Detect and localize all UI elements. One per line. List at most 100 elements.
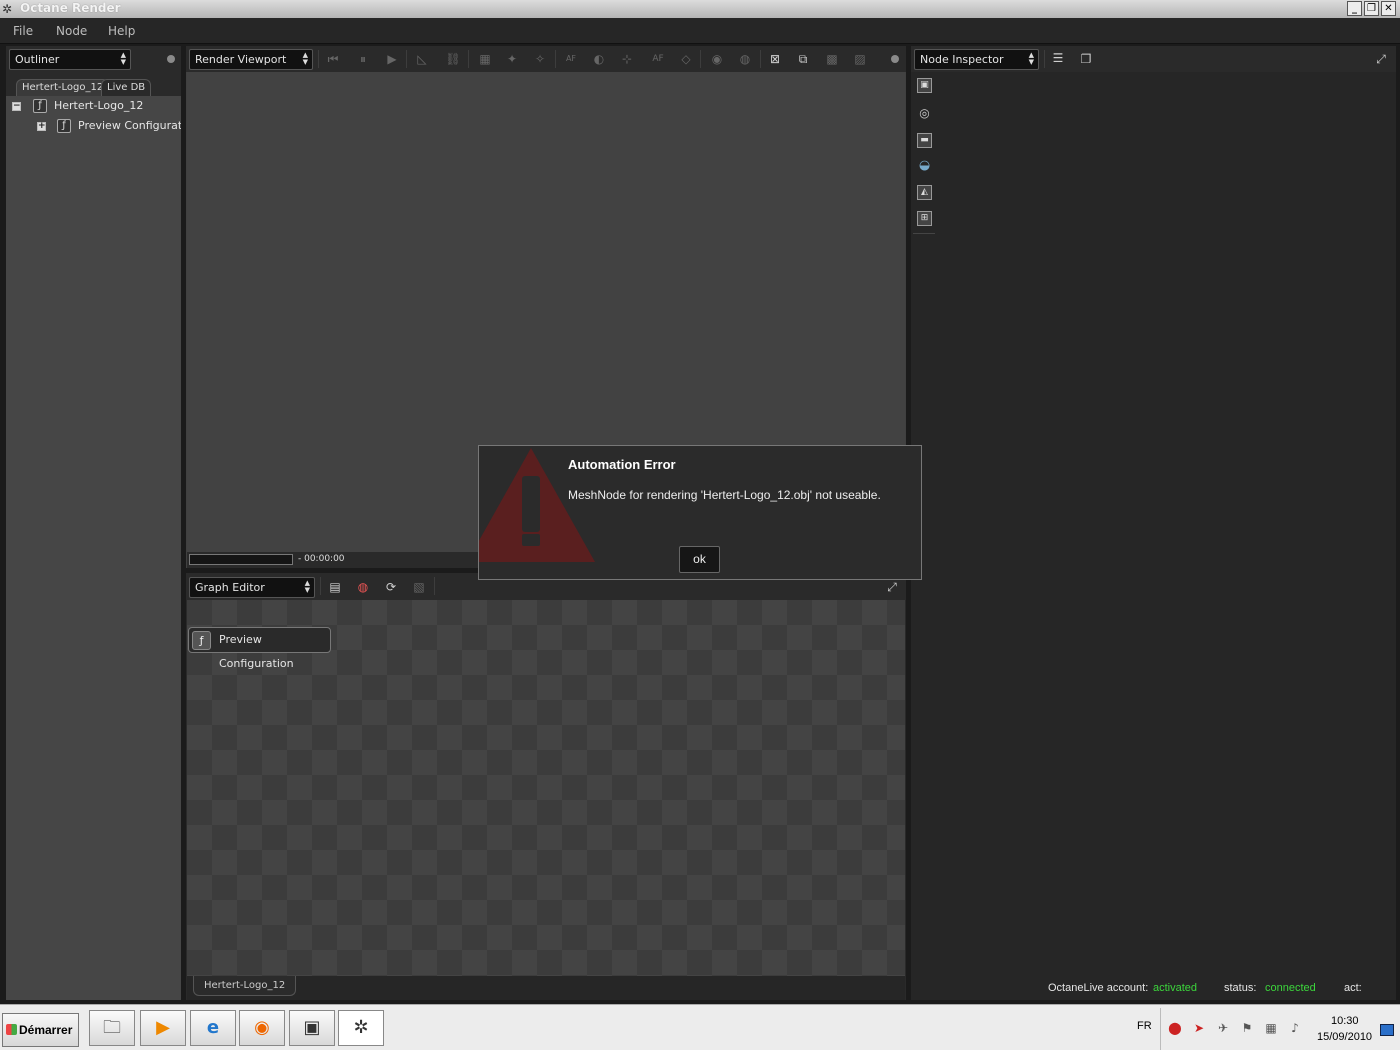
toolbar-separator	[700, 50, 701, 68]
picker-icon[interactable]: ✦	[504, 51, 520, 67]
outliner-panel	[6, 46, 181, 1000]
graph-node-preview-configuration[interactable]: ƒ Preview Configuration	[188, 627, 331, 670]
octanelive-account-value: activated	[1153, 982, 1198, 994]
render-progress-bar	[189, 554, 293, 565]
blender-icon[interactable]: ◉	[239, 1010, 285, 1046]
pause-icon[interactable]: ⏸	[355, 51, 371, 67]
graph-editor-selector[interactable]: Graph Editor ▲ ▼	[189, 577, 315, 598]
collapse-all-icon[interactable]: ☰	[1050, 50, 1066, 66]
toolbar-separator	[434, 577, 435, 595]
language-indicator[interactable]: FR	[1137, 1020, 1152, 1032]
octane-logo-icon: ✲	[2, 2, 13, 16]
render-target-icon: ƒ	[192, 631, 211, 650]
film-node-icon[interactable]: ▬	[917, 133, 932, 148]
image-node-icon[interactable]: ▣	[917, 78, 932, 93]
close-button[interactable]: ✕	[1381, 1, 1396, 16]
camera-node-icon[interactable]: ◎	[917, 107, 932, 122]
tree-item-hertert-logo[interactable]: Hertert-Logo_12	[54, 97, 143, 115]
red-arrow-icon[interactable]: ➤	[1191, 1020, 1207, 1036]
start-label: Démarrer	[19, 1023, 73, 1037]
graph-node-label: Preview Configuration	[219, 633, 294, 670]
viewport-selector-label: Render Viewport	[195, 53, 287, 66]
network-status-icon[interactable]: ▦	[1263, 1020, 1279, 1036]
dialog-message: MeshNode for rendering 'Hertert-Logo_12.…	[568, 488, 881, 502]
menu-node[interactable]: Node	[56, 24, 87, 38]
media-player-icon[interactable]: ▶	[140, 1010, 186, 1046]
render-target-icon: ƒ	[33, 99, 47, 113]
white-balance-icon[interactable]: ◐	[591, 51, 607, 67]
connection-status-value: connected	[1265, 982, 1316, 994]
expand-icon[interactable]: +	[37, 122, 46, 131]
focus-picker-icon[interactable]: ✧	[532, 51, 548, 67]
menu-bar: File Node Help	[0, 18, 1400, 44]
save-image-icon[interactable]: ⊠	[767, 51, 783, 67]
clay-mode-icon[interactable]: ▩	[824, 51, 840, 67]
maximize-inspector-icon[interactable]: ⤢	[1373, 51, 1389, 67]
show-desktop-icon[interactable]	[1380, 1024, 1394, 1036]
octanelive-account-label: OctaneLive account:	[1048, 982, 1149, 994]
tree-item-preview-configuration[interactable]: Preview Configuration	[78, 117, 181, 135]
file-explorer-icon[interactable]: 🗀	[89, 1010, 135, 1046]
film-region-icon[interactable]: ▦	[477, 51, 493, 67]
window-title: Octane Render	[20, 1, 121, 15]
maximize-graph-icon[interactable]: ⤢	[884, 579, 900, 595]
viewport-selector[interactable]: Render Viewport ▲ ▼	[189, 49, 313, 70]
post-process-node-icon[interactable]: ⊞	[917, 211, 932, 226]
toolbar-separator	[318, 50, 319, 68]
environment-node-icon[interactable]: ◒	[917, 159, 932, 174]
internet-explorer-icon[interactable]: e	[190, 1010, 236, 1046]
antivirus-icon[interactable]: ⬤	[1167, 1020, 1183, 1036]
globe-lock-icon[interactable]: ◍	[737, 51, 753, 67]
arrange-nodes-icon[interactable]: ▧	[411, 579, 427, 595]
node-inspector-selector[interactable]: Node Inspector ▲ ▼	[914, 49, 1039, 70]
export-image-icon[interactable]: ⧉	[795, 51, 811, 67]
play-icon[interactable]: ▶	[384, 51, 400, 67]
minimize-button[interactable]: _	[1347, 1, 1362, 16]
region-icon[interactable]: ◺	[414, 51, 430, 67]
clock-date[interactable]: 15/09/2010	[1317, 1031, 1372, 1043]
automation-error-dialog: Automation Error MeshNode for rendering …	[478, 445, 922, 580]
globe-icon[interactable]: ◉	[709, 51, 725, 67]
image-viewer-icon[interactable]: ▣	[289, 1010, 335, 1046]
node-inspector-panel	[911, 46, 1396, 1000]
refresh-node-icon[interactable]: ⟳	[383, 579, 399, 595]
restore-button[interactable]: ❐	[1364, 1, 1379, 16]
graph-tab-hertert-logo[interactable]: Hertert-Logo_12	[193, 976, 297, 996]
autofocus-icon[interactable]: AF	[650, 51, 666, 67]
windows-icon[interactable]: ❐	[1078, 51, 1094, 67]
toolbar-separator	[760, 50, 761, 68]
octane-render-task-icon[interactable]: ✲	[338, 1010, 384, 1046]
tab-live-db[interactable]: Live DB	[101, 79, 152, 96]
network-icon[interactable]: ✈	[1215, 1020, 1231, 1036]
render-target-icon: ƒ	[57, 119, 71, 133]
link-icon[interactable]: ⛓	[445, 51, 461, 67]
menu-help[interactable]: Help	[108, 24, 135, 38]
autofocus-picker-icon[interactable]: AF	[563, 51, 579, 67]
dialog-title: Automation Error	[568, 457, 676, 472]
tab-hertert-logo[interactable]: Hertert-Logo_12	[16, 79, 110, 96]
outliner-selector[interactable]: Outliner ▲ ▼	[9, 49, 131, 70]
ok-button[interactable]: ok	[679, 546, 720, 573]
toolbar-separator	[1044, 50, 1045, 68]
film-clip-icon[interactable]: ▤	[327, 579, 343, 595]
imager-node-icon[interactable]: ◭	[917, 185, 932, 200]
outliner-options-button[interactable]	[167, 55, 175, 63]
start-button[interactable]: Démarrer	[2, 1013, 79, 1047]
clock-time[interactable]: 10:30	[1331, 1015, 1359, 1027]
updown-arrows-icon: ▲ ▼	[302, 51, 308, 66]
viewport-options-button[interactable]	[891, 55, 899, 63]
collapse-icon[interactable]: −	[12, 102, 21, 111]
render-time: - 00:00:00	[298, 554, 345, 564]
menu-file[interactable]: File	[13, 24, 33, 38]
volume-icon[interactable]: ♪	[1287, 1020, 1303, 1036]
delete-node-icon[interactable]: ◍	[355, 579, 371, 595]
updown-arrows-icon: ▲ ▼	[120, 51, 126, 66]
graph-editor-selector-label: Graph Editor	[195, 581, 265, 594]
rewind-icon[interactable]: ⏮	[325, 51, 341, 67]
act-label: act:	[1344, 982, 1362, 994]
connection-status-label: status:	[1224, 982, 1257, 994]
material-picker-icon[interactable]: ⊹	[619, 51, 635, 67]
camera-icon[interactable]: ◇	[678, 51, 694, 67]
action-center-flag-icon[interactable]: ⚑	[1239, 1020, 1255, 1036]
subsample-icon[interactable]: ▨	[852, 51, 868, 67]
